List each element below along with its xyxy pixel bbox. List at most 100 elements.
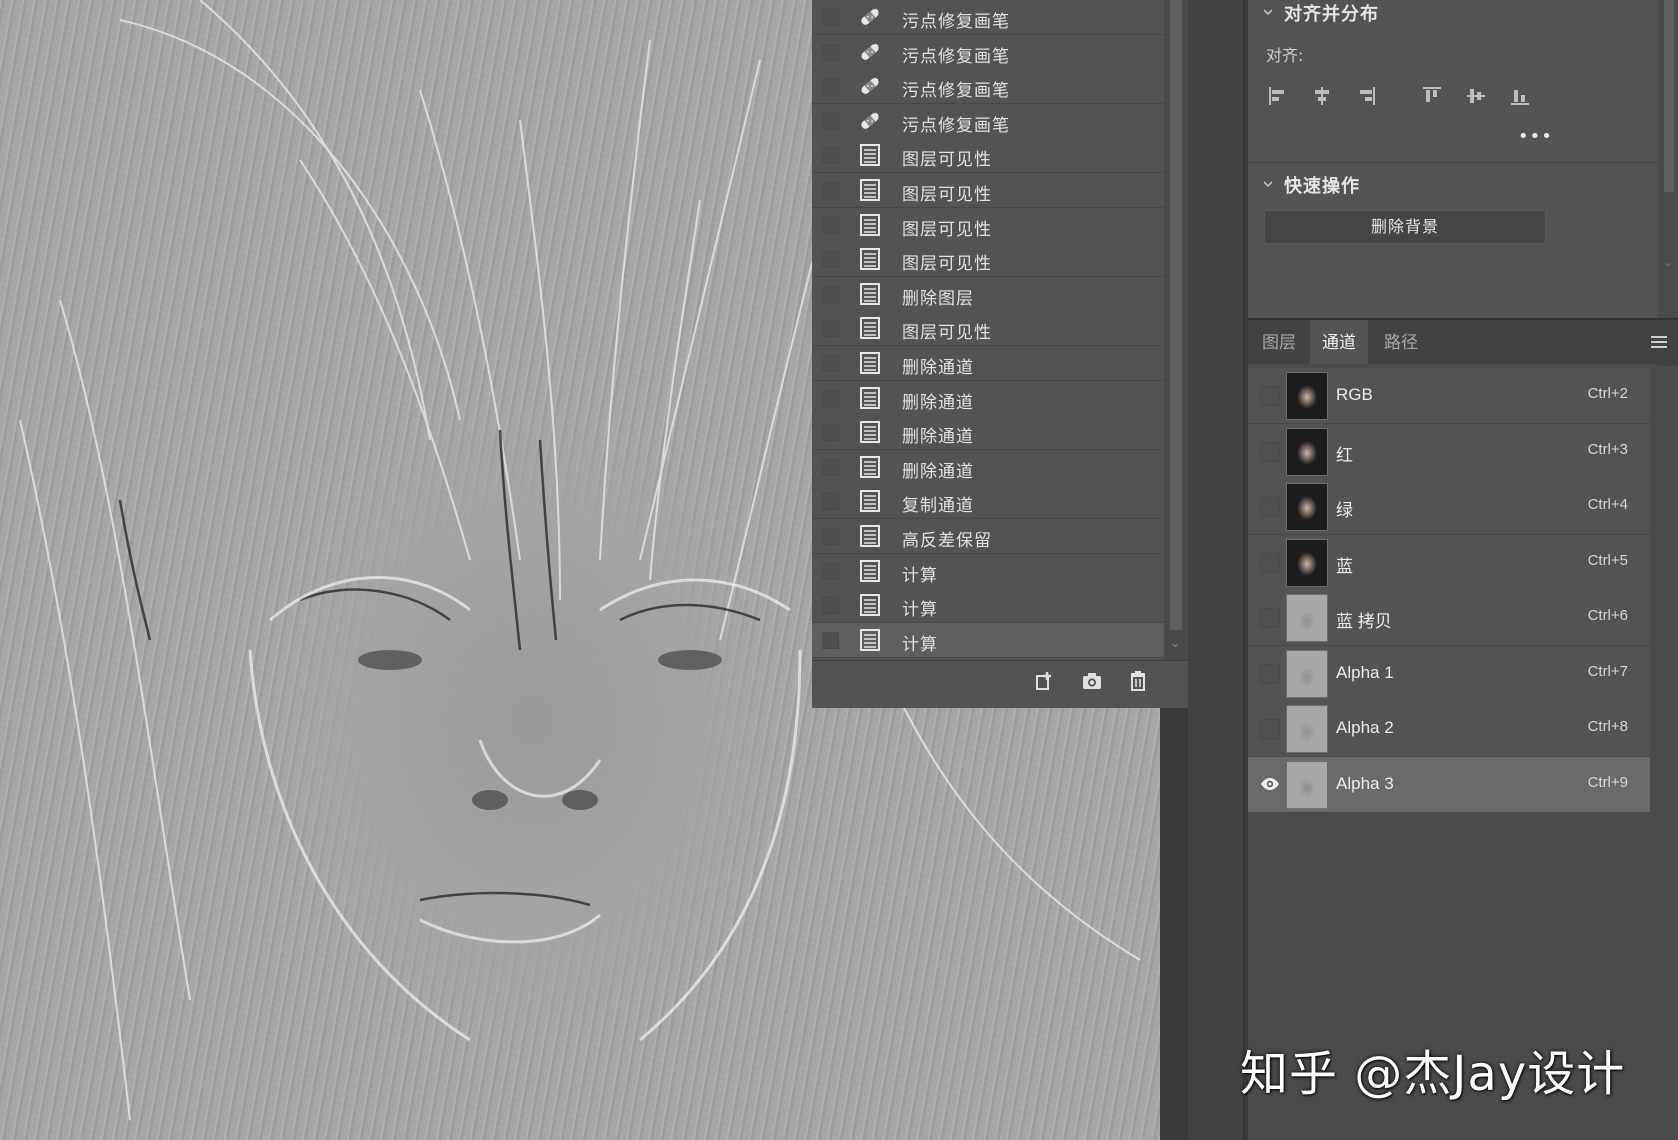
history-source-checkbox[interactable] bbox=[822, 355, 839, 372]
history-item-label: 图层可见性 bbox=[902, 323, 992, 344]
history-source-checkbox[interactable] bbox=[822, 78, 839, 96]
visibility-toggle[interactable] bbox=[1260, 497, 1280, 517]
channel-thumbnail bbox=[1286, 538, 1328, 587]
channel-row[interactable]: Alpha 1 Ctrl+7 bbox=[1248, 645, 1650, 702]
channel-row[interactable]: 蓝 Ctrl+5 bbox=[1248, 534, 1650, 591]
new-document-from-state-icon[interactable] bbox=[1032, 669, 1056, 693]
history-source-checkbox[interactable] bbox=[822, 147, 839, 165]
history-state-icon bbox=[858, 282, 882, 306]
history-source-checkbox[interactable] bbox=[822, 43, 839, 61]
history-item[interactable]: 删除通道 bbox=[812, 346, 1164, 381]
channel-name: 蓝 拷贝 bbox=[1336, 612, 1392, 631]
history-item[interactable]: 图层可见性 bbox=[812, 311, 1164, 347]
history-item-label: 复制通道 bbox=[902, 496, 974, 517]
history-item[interactable]: 删除通道 bbox=[812, 449, 1164, 485]
visibility-toggle[interactable] bbox=[1260, 663, 1280, 684]
chevron-down-icon[interactable] bbox=[1262, 6, 1274, 18]
tab-channels[interactable]: 通道 bbox=[1310, 320, 1368, 366]
history-item[interactable]: 污点修复画笔 bbox=[812, 103, 1164, 139]
align-horizontal-center-icon[interactable] bbox=[1310, 84, 1334, 108]
channel-row[interactable]: 绿 Ctrl+4 bbox=[1248, 479, 1650, 535]
align-left-icon[interactable] bbox=[1266, 84, 1290, 108]
history-item-label: 图层可见性 bbox=[902, 150, 992, 171]
history-item[interactable]: 复制通道 bbox=[812, 484, 1164, 520]
history-item-label: 高反差保留 bbox=[902, 531, 992, 551]
history-state-icon bbox=[858, 178, 882, 202]
history-scrollbar[interactable]: ⌄ bbox=[1164, 0, 1188, 660]
history-source-checkbox[interactable] bbox=[822, 9, 839, 26]
history-source-checkbox[interactable] bbox=[822, 597, 839, 615]
history-source-checkbox[interactable] bbox=[822, 528, 839, 545]
history-scroll-thumb[interactable] bbox=[1170, 0, 1182, 630]
trash-icon[interactable] bbox=[1126, 669, 1150, 693]
properties-scroll-thumb[interactable] bbox=[1664, 0, 1674, 192]
camera-snapshot-icon[interactable] bbox=[1080, 669, 1104, 693]
align-bottom-icon[interactable] bbox=[1508, 84, 1532, 108]
history-item[interactable]: 高反差保留 bbox=[812, 519, 1164, 554]
history-source-checkbox[interactable] bbox=[822, 182, 839, 199]
remove-background-button[interactable]: 删除背景 bbox=[1264, 210, 1546, 244]
history-item[interactable]: 污点修复画笔 bbox=[812, 69, 1164, 105]
visibility-toggle[interactable] bbox=[1260, 719, 1280, 739]
channel-name: RGB bbox=[1336, 385, 1373, 404]
more-options-icon[interactable]: ••• bbox=[1518, 126, 1553, 147]
tab-layers[interactable]: 图层 bbox=[1250, 320, 1308, 366]
history-item[interactable]: 计算 bbox=[812, 553, 1164, 589]
history-item[interactable]: 图层可见性 bbox=[812, 242, 1164, 278]
history-state-icon bbox=[858, 489, 882, 513]
history-source-checkbox[interactable] bbox=[822, 251, 839, 269]
history-item-label: 污点修复画笔 bbox=[902, 12, 1010, 32]
eye-icon[interactable] bbox=[1260, 775, 1279, 793]
visibility-toggle[interactable] bbox=[1260, 608, 1280, 628]
history-item-label: 污点修复画笔 bbox=[902, 115, 1010, 136]
history-source-checkbox[interactable] bbox=[822, 112, 839, 130]
history-source-checkbox[interactable] bbox=[822, 493, 839, 511]
visibility-toggle[interactable] bbox=[1260, 441, 1280, 462]
visibility-toggle[interactable] bbox=[1260, 386, 1280, 406]
chevron-down-icon[interactable] bbox=[1262, 178, 1274, 190]
channel-row[interactable]: 蓝 拷贝 Ctrl+6 bbox=[1248, 590, 1650, 646]
align-vertical-center-icon[interactable] bbox=[1464, 84, 1488, 108]
history-source-checkbox[interactable] bbox=[822, 424, 839, 442]
history-item[interactable]: 删除图层 bbox=[812, 276, 1164, 312]
scroll-down-icon[interactable]: ⌄ bbox=[1170, 636, 1182, 650]
channel-shortcut: Ctrl+8 bbox=[1587, 718, 1628, 735]
channel-shortcut: Ctrl+3 bbox=[1587, 440, 1628, 458]
history-item[interactable]: 计算 bbox=[812, 588, 1164, 624]
history-item[interactable]: 图层可见性 bbox=[812, 138, 1164, 174]
history-source-checkbox[interactable] bbox=[822, 216, 839, 234]
history-item-label: 图层可见性 bbox=[902, 219, 992, 240]
history-state-icon bbox=[858, 524, 882, 548]
align-top-icon[interactable] bbox=[1420, 84, 1444, 108]
channel-row[interactable]: Alpha 2 Ctrl+8 bbox=[1248, 701, 1650, 757]
history-state-icon bbox=[858, 316, 882, 340]
history-source-checkbox[interactable] bbox=[822, 458, 839, 476]
history-item[interactable]: 图层可见性 bbox=[812, 207, 1164, 243]
history-item[interactable]: 删除通道 bbox=[812, 415, 1164, 451]
properties-panel: 对齐并分布 对齐: ••• 快速操作 删除背景 bbox=[1248, 0, 1658, 318]
channel-row[interactable]: 红 Ctrl+3 bbox=[1248, 423, 1650, 480]
history-source-checkbox[interactable] bbox=[822, 285, 839, 303]
history-source-checkbox[interactable] bbox=[822, 562, 839, 580]
history-source-checkbox[interactable] bbox=[822, 631, 839, 649]
properties-scrollbar[interactable]: ⌄ bbox=[1658, 0, 1678, 318]
tab-paths[interactable]: 路径 bbox=[1372, 320, 1430, 366]
align-label: 对齐: bbox=[1266, 46, 1304, 65]
history-item[interactable]: 计算 bbox=[812, 622, 1164, 658]
history-item[interactable]: 图层可见性 bbox=[812, 173, 1164, 208]
align-section-title[interactable]: 对齐并分布 bbox=[1284, 0, 1379, 26]
scroll-down-icon[interactable]: ⌄ bbox=[1663, 256, 1672, 269]
visibility-toggle[interactable] bbox=[1260, 552, 1280, 573]
history-source-checkbox[interactable] bbox=[822, 389, 839, 407]
history-item[interactable]: 污点修复画笔 bbox=[812, 0, 1164, 35]
history-state-icon bbox=[858, 593, 882, 617]
history-item[interactable]: 删除通道 bbox=[812, 380, 1164, 416]
align-right-icon[interactable] bbox=[1354, 84, 1378, 108]
channel-row[interactable]: RGB Ctrl+2 bbox=[1248, 368, 1650, 424]
channel-row[interactable]: Alpha 3 Ctrl+9 bbox=[1248, 756, 1650, 813]
quick-actions-title[interactable]: 快速操作 bbox=[1284, 172, 1360, 198]
channel-thumbnail bbox=[1286, 427, 1328, 476]
history-source-checkbox[interactable] bbox=[822, 320, 839, 338]
panel-menu-icon[interactable] bbox=[1650, 334, 1668, 350]
history-item[interactable]: 污点修复画笔 bbox=[812, 34, 1164, 70]
